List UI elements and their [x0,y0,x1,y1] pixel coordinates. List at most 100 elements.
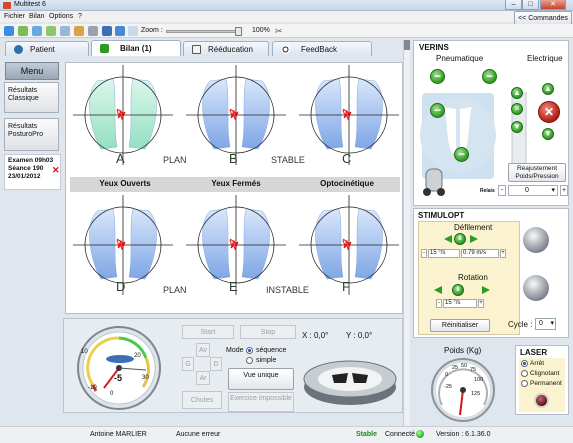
share-icon[interactable] [60,26,70,36]
mode-sequence-radio[interactable] [246,347,253,354]
gauge-tick-20: 20 [134,353,141,359]
elec-down-button[interactable]: ▼ [511,121,523,133]
relais-select-value: 0 [525,187,529,194]
mode-simple-radio[interactable] [246,357,253,364]
zoom-slider-thumb[interactable] [235,27,242,36]
elec-stop-button[interactable]: = [511,103,523,115]
x-readout: X : 0,0° [302,331,329,340]
platform-icon [303,360,397,405]
chutes-button[interactable]: Chutes [182,391,222,409]
resultats-posturopro-button[interactable]: Résultats PosturoPro [4,118,59,151]
save-icon[interactable] [115,26,125,36]
soccer-ball-icon [281,45,290,54]
menu-help[interactable]: ? [78,13,82,20]
pneu-right-up-button[interactable]: − [482,69,497,84]
reajustement-button[interactable]: Réajustement Poids/Pression [508,163,566,182]
vue-unique-button[interactable]: Vue unique [228,368,294,390]
zoom-slider-track[interactable] [166,30,242,33]
plot-a-label: A [116,151,125,166]
sway-trace [342,238,352,251]
av-button[interactable]: Av [196,343,210,357]
tools-icon[interactable]: ✂ [275,26,283,37]
main-scrollbar[interactable] [403,40,410,440]
exam-close-icon[interactable]: ✕ [52,165,60,176]
zoom-value: 100% [252,27,270,34]
chevron-down-icon: ▾ [550,320,554,327]
folder-icon[interactable] [74,26,84,36]
relais-minus-button[interactable]: - [498,185,506,196]
sway-trace [116,108,126,121]
laser-clignotant-radio[interactable] [521,370,528,377]
pneu-left-up-button[interactable]: − [430,69,445,84]
ar-button[interactable]: Ar [196,371,210,385]
exercice-impossible-button[interactable]: Exercice impossible [228,392,294,412]
menu-bilan[interactable]: Bilan [29,13,45,20]
laser-arret-radio[interactable] [521,360,528,367]
tab-patient[interactable]: Patient [5,41,89,56]
rotation-plus-button[interactable]: + [478,299,484,308]
cycle-select[interactable]: 0 ▾ [535,318,556,330]
tab-feedback[interactable]: FeedBack [272,41,372,56]
yeux-ouverts-label: Yeux Ouverts [99,179,151,188]
pneu-left-down-button[interactable]: − [430,103,445,118]
start-button[interactable]: Start [182,325,234,339]
user-icon[interactable] [4,26,14,36]
menu-fichier[interactable]: Fichier [4,13,25,20]
import-icon[interactable] [46,26,56,36]
commands-button[interactable]: << Commandes [514,11,572,25]
reinitialiser-button[interactable]: Réinitialiser [430,319,490,332]
document-icon [192,45,201,54]
rotation-speed-select[interactable]: 15 °/s [443,299,477,308]
export-icon[interactable] [32,26,42,36]
laser-permanent-radio[interactable] [521,380,528,387]
plan-bottom-label: PLAN [163,285,187,295]
poids-tick-100: 100 [474,377,484,383]
elec-lower-button[interactable]: ▼ [542,128,554,140]
stable-label: STABLE [271,155,305,165]
exam-time: Examen 09h03 [8,157,54,164]
disco-ball-icon [523,227,549,253]
rotation-minus-button[interactable]: - [436,299,442,308]
pneu-center-button[interactable]: − [454,147,469,162]
poids-tick-25: 25 [452,365,459,371]
d-button[interactable]: D [210,357,222,371]
relais-select[interactable]: 0 ▾ [508,185,558,196]
emergency-stop-button[interactable]: ✕ [538,101,560,123]
defilement-pause-button[interactable]: II [454,233,466,245]
poids-title: Poids (Kg) [444,346,482,355]
tab-bilan[interactable]: Bilan (1) [91,40,181,56]
scrollbar-thumb[interactable] [404,40,410,50]
minimize-button[interactable]: – [505,0,522,10]
elec-up-button[interactable]: ▲ [511,87,523,99]
verins-panel: VERINS Pneumatique Electrique − − − − ▲ … [413,40,569,206]
defilement-ms-select[interactable]: 0.79 m/s [461,249,499,258]
close-button[interactable]: ✕ [540,0,566,10]
grid-icon[interactable] [102,26,112,36]
edit-icon[interactable] [128,26,138,36]
gauge-tick-10: 10 [81,349,88,355]
elec-raise-button[interactable]: ▲ [542,83,554,95]
plot-a [73,65,173,165]
plot-c-label: C [342,151,352,166]
maximize-button[interactable]: □ [522,0,539,10]
compressor-icon [423,168,445,196]
resultats-classique-button[interactable]: Résultats Classique [4,82,59,113]
defilement-speed-select[interactable]: 15 °/s [428,249,460,258]
optocinetique-label: Optocinétique [320,179,374,188]
defilement-minus-button[interactable]: - [421,249,427,258]
stimulopt-panel: STIMULOPT Défilement II - 15 °/s 0.79 m/… [413,208,569,338]
stop-button[interactable]: Stop [240,325,296,339]
relais-plus-button[interactable]: + [560,185,568,196]
delete-icon[interactable] [88,26,98,36]
tab-reeducation[interactable]: Rééducation [183,41,269,56]
g-button[interactable]: G [182,357,194,371]
rotation-pause-button[interactable]: II [452,284,464,296]
gauge-tick-30: 30 [142,375,149,381]
laser-permanent-label: Permanent [530,380,562,387]
defilement-plus-button[interactable]: + [500,249,506,258]
yeux-fermes-label: Yeux Fermés [211,179,261,188]
menu-options[interactable]: Options [49,13,73,20]
feet-icon [100,44,109,53]
status-error: Aucune erreur [176,431,221,438]
arrow-icon[interactable] [18,26,28,36]
